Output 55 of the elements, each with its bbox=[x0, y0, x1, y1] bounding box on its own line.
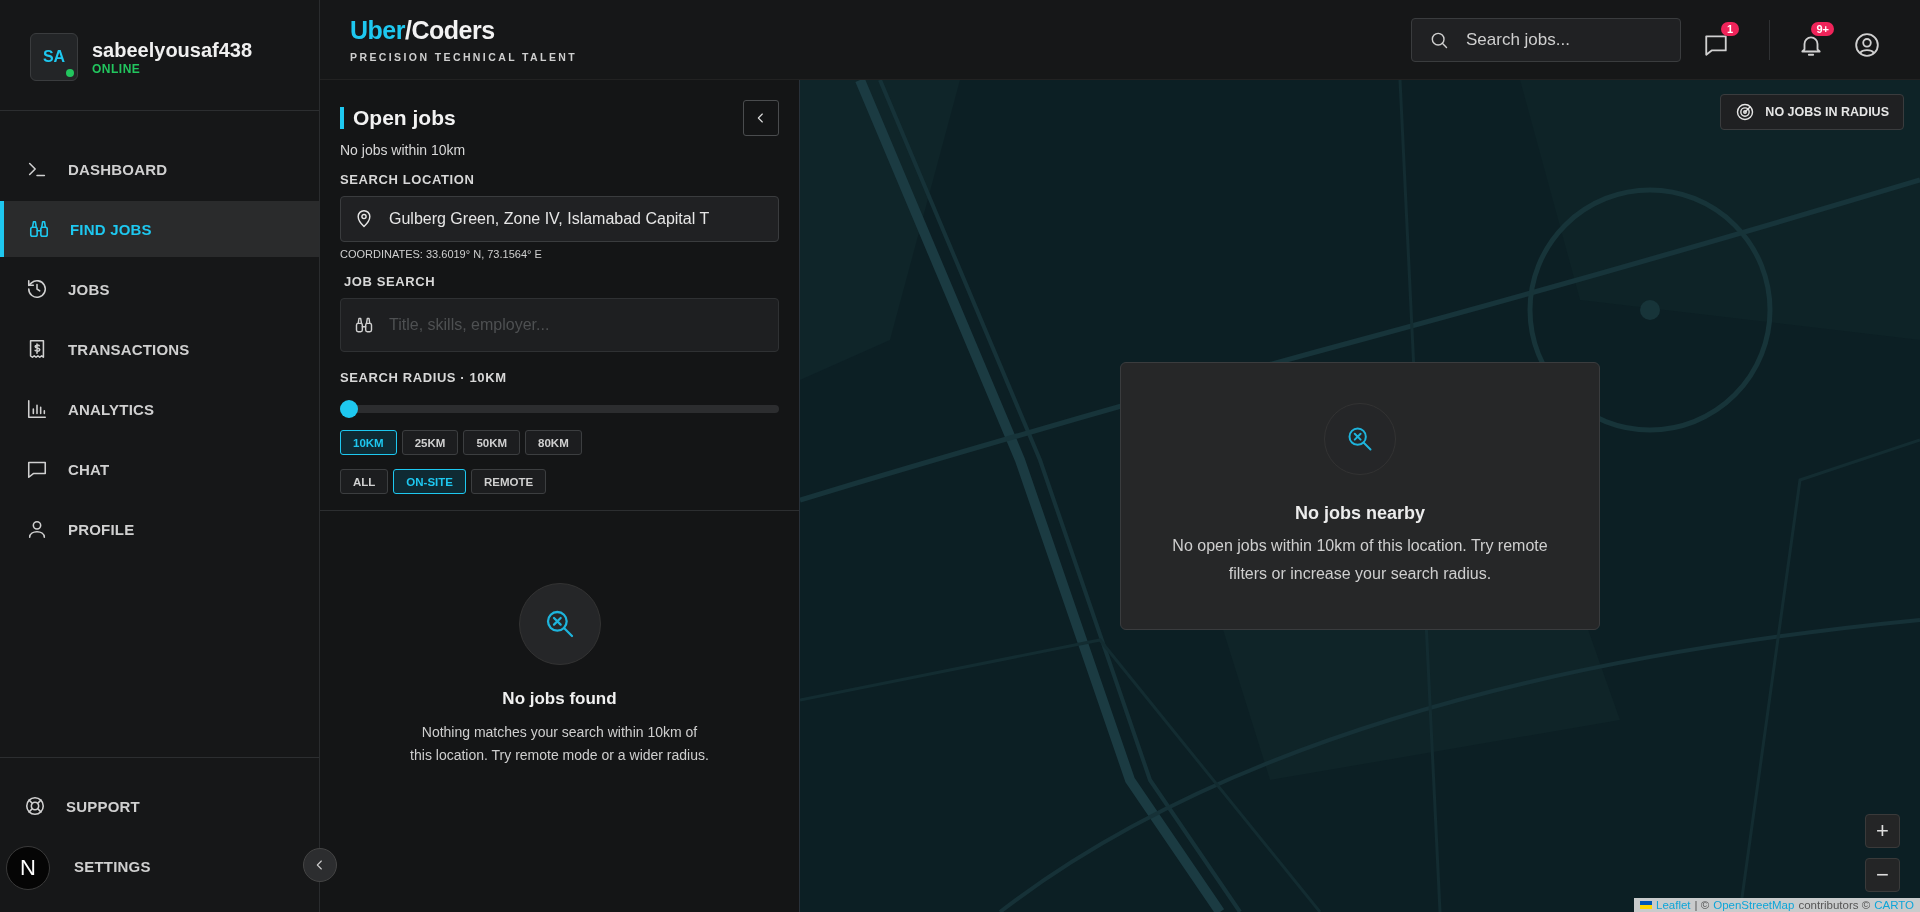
coordinates-text: COORDINATES: 33.6019° N, 73.1564° E bbox=[340, 248, 543, 260]
zoom-out-button[interactable]: − bbox=[1865, 858, 1900, 892]
user-circle-icon bbox=[1854, 31, 1880, 58]
field-label: SEARCH RADIUS · 10KM bbox=[340, 370, 508, 385]
binoculars-icon bbox=[28, 218, 50, 240]
field-label: JOB SEARCH bbox=[343, 274, 437, 289]
logo[interactable]: Uber/Coders bbox=[350, 16, 578, 45]
nav-item[interactable]: SETTINGS bbox=[50, 838, 151, 894]
bar-chart-icon bbox=[26, 398, 48, 420]
nav-item[interactable]: SUPPORT bbox=[0, 778, 319, 834]
notifications-button[interactable]: 9+ bbox=[1798, 21, 1834, 58]
nav-item[interactable]: TRANSACTIONS bbox=[0, 321, 319, 377]
status-chip-label: NO JOBS IN RADIUS bbox=[1765, 105, 1889, 119]
location-field[interactable]: Gulberg Green, Zone IV, Islamabad Capital T bbox=[340, 196, 779, 242]
user-avatar: SA bbox=[30, 33, 78, 81]
field-label: SEARCH LOCATION bbox=[340, 172, 476, 187]
history-icon bbox=[26, 278, 48, 300]
count-badge: 1 bbox=[1721, 21, 1739, 36]
mode-chip[interactable]: ON-SITE bbox=[393, 469, 466, 494]
binoculars-icon bbox=[354, 315, 374, 335]
radius-slider[interactable] bbox=[340, 400, 779, 418]
flag-icon bbox=[1640, 901, 1652, 909]
user-status: ONLINE bbox=[92, 61, 142, 76]
user-name: sabeelyousaf438 bbox=[92, 38, 253, 62]
panel-subtitle: No jobs within 10km bbox=[340, 142, 467, 158]
empty-message: Nothing matches your search within 10km of this location. Try remote mode or a wider radius. bbox=[409, 723, 710, 765]
radius-chip[interactable]: 10KM bbox=[340, 430, 397, 455]
radius-chip[interactable]: 25KM bbox=[401, 430, 459, 455]
tagline: PRECISION TECHNICAL TALENT bbox=[350, 51, 578, 63]
search-x-icon bbox=[1346, 425, 1374, 453]
nav-item[interactable]: PROFILE bbox=[0, 501, 319, 557]
radar-icon bbox=[1735, 102, 1756, 122]
radius-chip[interactable]: 50KM bbox=[463, 430, 521, 455]
nav-item[interactable]: CHAT bbox=[0, 441, 319, 497]
nav-item[interactable]: FIND JOBS bbox=[0, 201, 319, 257]
person-icon bbox=[26, 518, 48, 540]
card-title: No jobs nearby bbox=[1295, 503, 1425, 524]
radius-chip[interactable]: 80KM bbox=[525, 430, 582, 455]
count-badge: 9+ bbox=[1811, 21, 1834, 36]
empty-title: No jobs found bbox=[502, 689, 617, 709]
attribution-text: contributors © bbox=[1798, 899, 1871, 911]
attribution-text: | © bbox=[1694, 899, 1710, 911]
nav-item[interactable]: ANALYTICS bbox=[0, 381, 319, 437]
search-field[interactable]: Search jobs... bbox=[1411, 17, 1681, 62]
nav-item[interactable]: DASHBOARD bbox=[0, 141, 319, 197]
nav-item[interactable]: JOBS bbox=[0, 261, 319, 317]
mode-chip[interactable]: REMOTE bbox=[471, 469, 547, 494]
messages-button[interactable]: 1 bbox=[1703, 21, 1739, 58]
card-message: No open jobs within 10km of this location. Try remote filters or increase your search radius. bbox=[1171, 536, 1549, 584]
zoom-in-button[interactable]: + bbox=[1865, 814, 1900, 848]
dev-badge[interactable]: N bbox=[6, 846, 50, 890]
mode-chip[interactable]: ALL bbox=[340, 469, 389, 494]
lifebuoy-icon bbox=[24, 795, 46, 817]
panel-title: Open jobs bbox=[340, 107, 456, 129]
pin-icon bbox=[354, 209, 374, 229]
